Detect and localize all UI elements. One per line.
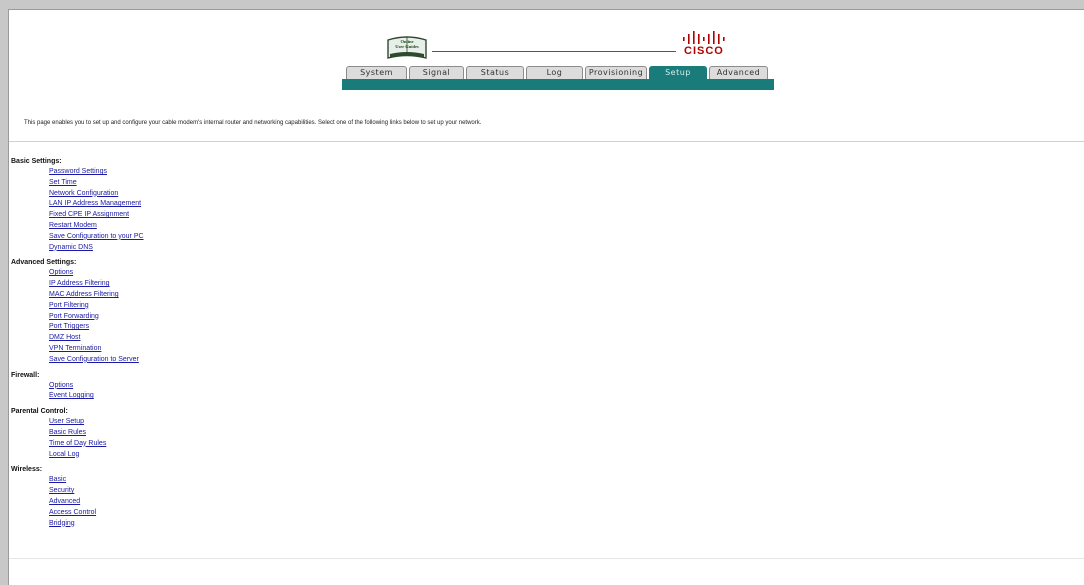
link-port-forwarding[interactable]: Port Forwarding [49,312,144,323]
tab-underline-bar [342,79,774,90]
link-basic-rules[interactable]: Basic Rules [49,428,144,439]
link-wireless-security[interactable]: Security [49,486,144,497]
online-user-guides-logo[interactable]: Online User Guides [386,34,428,60]
link-access-control[interactable]: Access Control [49,508,144,519]
link-set-time[interactable]: Set Time [49,178,144,189]
tab-setup[interactable]: Setup [649,66,707,79]
link-bridging[interactable]: Bridging [49,519,144,530]
link-mac-address-filtering[interactable]: MAC Address Filtering [49,290,144,301]
link-lan-ip-address-management[interactable]: LAN IP Address Management [49,199,144,210]
section-basic-settings: Basic Settings: Password Settings Set Ti… [11,157,144,253]
section-title: Wireless: [11,466,43,474]
tab-status[interactable]: Status [466,66,524,79]
cisco-logo: CISCO [680,31,740,59]
frame-left-line [8,9,9,585]
section-advanced-settings: Advanced Settings: Options IP Address Fi… [11,258,144,365]
footer-divider [9,558,1084,559]
tab-advanced[interactable]: Advanced [709,66,768,79]
settings-links: Basic Settings: Password Settings Set Ti… [11,157,144,534]
link-wireless-basic[interactable]: Basic [49,475,144,486]
link-fixed-cpe-ip-assignment[interactable]: Fixed CPE IP Assignment [49,210,144,221]
window-frame-left [0,9,8,585]
page-intro-text: This page enables you to set up and conf… [24,120,482,126]
section-title: Firewall: [11,371,40,379]
link-ip-address-filtering[interactable]: IP Address Filtering [49,279,144,290]
link-save-configuration-to-server[interactable]: Save Configuration to Server [49,355,144,366]
link-firewall-options[interactable]: Options [49,381,144,392]
header-rule [432,51,676,52]
link-user-setup[interactable]: User Setup [49,417,144,428]
window-frame-top [0,0,1084,9]
tab-provisioning[interactable]: Provisioning [585,66,647,79]
header-divider [9,141,1084,142]
link-network-configuration[interactable]: Network Configuration [49,189,144,200]
link-restart-modem[interactable]: Restart Modem [49,221,144,232]
link-port-triggers[interactable]: Port Triggers [49,322,144,333]
cisco-bars-icon [683,31,725,44]
link-port-filtering[interactable]: Port Filtering [49,301,144,312]
section-wireless: Wireless: Basic Security Advanced Access… [11,465,144,529]
link-wireless-advanced[interactable]: Advanced [49,497,144,508]
link-event-logging[interactable]: Event Logging [49,391,144,402]
nav-tabs: System Signal Status Log Provisioning Se… [346,66,770,80]
link-vpn-termination[interactable]: VPN Termination [49,344,144,355]
section-title: Advanced Settings: [11,259,77,267]
section-title: Basic Settings: [11,158,62,165]
tab-system[interactable]: System [346,66,407,79]
link-password-settings[interactable]: Password Settings [49,167,144,178]
section-title: Parental Control: [11,408,68,416]
tab-log[interactable]: Log [526,66,583,79]
link-dynamic-dns[interactable]: Dynamic DNS [49,243,144,254]
cisco-wordmark: CISCO [684,45,724,57]
logo-line-2: User Guides [395,44,419,49]
section-firewall: Firewall: Options Event Logging [11,371,144,403]
link-save-configuration-to-pc[interactable]: Save Configuration to your PC [49,232,144,243]
frame-top-line [8,9,1084,10]
link-time-of-day-rules[interactable]: Time of Day Rules [49,439,144,450]
tab-signal[interactable]: Signal [409,66,464,79]
section-parental-control: Parental Control: User Setup Basic Rules… [11,407,144,460]
link-options[interactable]: Options [49,268,144,279]
link-local-log[interactable]: Local Log [49,450,144,461]
link-dmz-host[interactable]: DMZ Host [49,333,144,344]
